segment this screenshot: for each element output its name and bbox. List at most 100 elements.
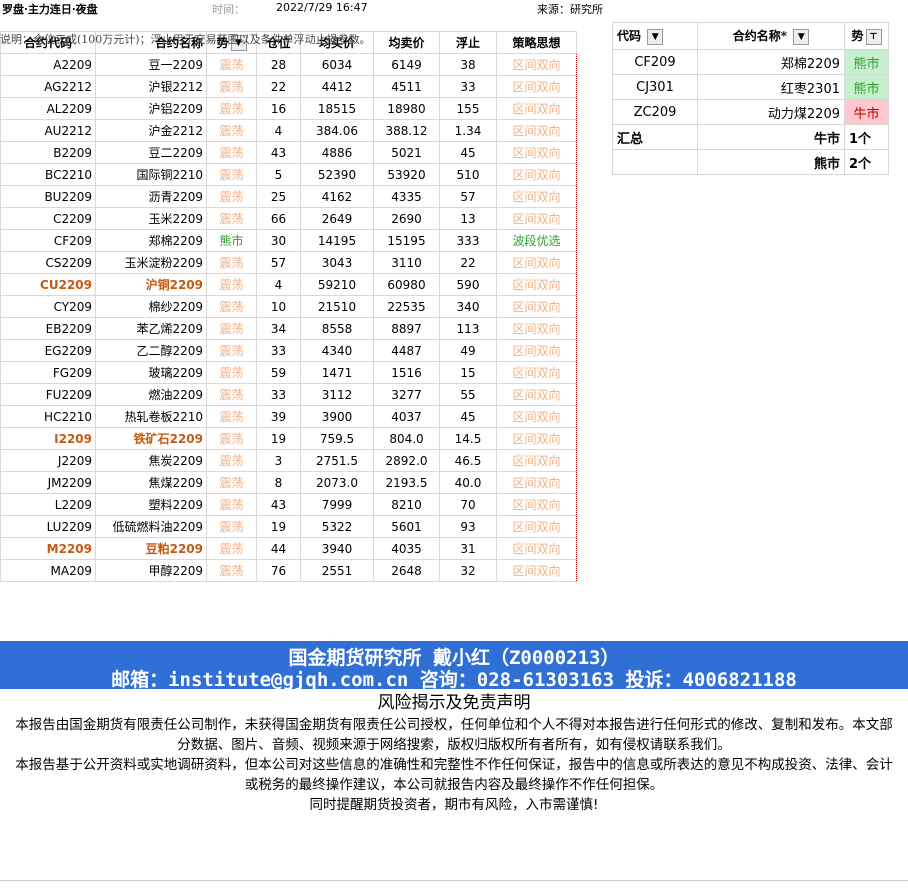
cell-code: LU2209	[0, 515, 96, 538]
cell-buy: 3900	[300, 405, 374, 428]
table-row[interactable]: CY209 棉纱2209 震荡 10 21510 22535 340 区间双向	[0, 295, 577, 318]
cell-trend: 震荡	[206, 97, 257, 120]
summary-cell-code: ZC209	[612, 99, 698, 125]
cell-stop: 57	[439, 185, 497, 208]
cell-pos: 76	[256, 559, 301, 582]
cell-name: 豆粕2209	[95, 537, 207, 560]
cell-stop: 13	[439, 207, 497, 230]
divider	[0, 880, 908, 881]
cell-pos: 30	[256, 229, 301, 252]
table-row[interactable]: FG209 玻璃2209 震荡 59 1471 1516 15 区间双向	[0, 361, 577, 384]
cell-code: A2209	[0, 53, 96, 76]
cell-trend: 震荡	[206, 273, 257, 296]
summary-header-code[interactable]: 代码 ▼	[612, 22, 698, 50]
cell-trend: 震荡	[206, 361, 257, 384]
cell-sell: 4511	[373, 75, 440, 98]
table-row[interactable]: FU2209 燃油2209 震荡 33 3112 3277 55 区间双向	[0, 383, 577, 406]
cell-pos: 66	[256, 207, 301, 230]
table-row[interactable]: BC2210 国际铜2210 震荡 5 52390 53920 510 区间双向	[0, 163, 577, 186]
filter-dropdown-icon[interactable]: ▼	[647, 28, 664, 45]
cell-buy: 2649	[300, 207, 374, 230]
cell-code: J2209	[0, 449, 96, 472]
summary-row[interactable]: CF209 郑棉2209 熊市	[612, 49, 889, 75]
table-row[interactable]: L2209 塑料2209 震荡 43 7999 8210 70 区间双向	[0, 493, 577, 516]
cell-strat: 区间双向	[496, 207, 577, 230]
cell-trend: 震荡	[206, 515, 257, 538]
table-row[interactable]: C2209 玉米2209 震荡 66 2649 2690 13 区间双向	[0, 207, 577, 230]
table-row[interactable]: AU2212 沪金2212 震荡 4 384.06 388.12 1.34 区间双向	[0, 119, 577, 142]
cell-strat: 区间双向	[496, 317, 577, 340]
table-row[interactable]: I2209 铁矿石2209 震荡 19 759.5 804.0 14.5 区间双向	[0, 427, 577, 450]
cell-sell: 2690	[373, 207, 440, 230]
cell-pos: 43	[256, 141, 301, 164]
table-row[interactable]: CS2209 玉米淀粉2209 震荡 57 3043 3110 22 区间双向	[0, 251, 577, 274]
table-row[interactable]: EB2209 苯乙烯2209 震荡 34 8558 8897 113 区间双向	[0, 317, 577, 340]
cell-strat: 区间双向	[496, 559, 577, 582]
table-row[interactable]: J2209 焦炭2209 震荡 3 2751.5 2892.0 46.5 区间双向	[0, 449, 577, 472]
table-row[interactable]: EG2209 乙二醇2209 震荡 33 4340 4487 49 区间双向	[0, 339, 577, 362]
cell-code: B2209	[0, 141, 96, 164]
cell-trend: 震荡	[206, 75, 257, 98]
cell-buy: 18515	[300, 97, 374, 120]
summary-cell-trend: 熊市	[844, 49, 889, 75]
cell-trend: 震荡	[206, 471, 257, 494]
cell-buy: 384.06	[300, 119, 374, 142]
header-cell[interactable]: 均卖价	[373, 31, 440, 54]
filter-active-icon[interactable]: ⊤	[865, 28, 882, 45]
cell-name: 乙二醇2209	[95, 339, 207, 362]
table-row[interactable]: AG2212 沪银2212 震荡 22 4412 4511 33 区间双向	[0, 75, 577, 98]
cell-code: CS2209	[0, 251, 96, 274]
cell-sell: 8897	[373, 317, 440, 340]
cell-trend: 震荡	[206, 251, 257, 274]
bear-count: 2个	[844, 149, 889, 175]
cell-name: 低硫燃料油2209	[95, 515, 207, 538]
cell-trend: 震荡	[206, 141, 257, 164]
cell-trend: 震荡	[206, 383, 257, 406]
cell-buy: 14195	[300, 229, 374, 252]
cell-buy: 4412	[300, 75, 374, 98]
cell-sell: 4335	[373, 185, 440, 208]
cell-pos: 19	[256, 515, 301, 538]
cell-buy: 2751.5	[300, 449, 374, 472]
cell-sell: 4037	[373, 405, 440, 428]
cell-pos: 8	[256, 471, 301, 494]
cell-strat: 区间双向	[496, 383, 577, 406]
cell-stop: 33	[439, 75, 497, 98]
filter-dropdown-icon[interactable]: ▼	[793, 28, 810, 45]
table-row[interactable]: B2209 豆二2209 震荡 43 4886 5021 45 区间双向	[0, 141, 577, 164]
cell-code: FG209	[0, 361, 96, 384]
cell-trend: 震荡	[206, 449, 257, 472]
summary-header-name[interactable]: 合约名称* ▼	[697, 22, 845, 50]
summary-label: 汇总	[612, 124, 698, 150]
disclaimer-paragraph-3: 同时提醒期货投资者，期市有风险，入市需谨慎!	[309, 797, 599, 813]
cell-strat: 区间双向	[496, 427, 577, 450]
cell-sell: 2648	[373, 559, 440, 582]
table-row[interactable]: A2209 豆一2209 震荡 28 6034 6149 38 区间双向	[0, 53, 577, 76]
table-row[interactable]: CF209 郑棉2209 熊市 30 14195 15195 333 波段优选	[0, 229, 577, 252]
table-row[interactable]: M2209 豆粕2209 震荡 44 3940 4035 31 区间双向	[0, 537, 577, 560]
cell-code: FU2209	[0, 383, 96, 406]
table-row[interactable]: LU2209 低硫燃料油2209 震荡 19 5322 5601 93 区间双向	[0, 515, 577, 538]
summary-header-trend[interactable]: 势 ⊤	[844, 22, 889, 50]
summary-cell-code: CJ301	[612, 74, 698, 100]
cell-pos: 5	[256, 163, 301, 186]
table-row[interactable]: AL2209 沪铝2209 震荡 16 18515 18980 155 区间双向	[0, 97, 577, 120]
table-row[interactable]: JM2209 焦煤2209 震荡 8 2073.0 2193.5 40.0 区间双向	[0, 471, 577, 494]
header-cell[interactable]: 策略思想	[496, 31, 577, 54]
table-row[interactable]: MA209 甲醇2209 震荡 76 2551 2648 32 区间双向	[0, 559, 577, 582]
cell-stop: 49	[439, 339, 497, 362]
cell-sell: 5021	[373, 141, 440, 164]
cell-trend: 震荡	[206, 537, 257, 560]
summary-row[interactable]: ZC209 动力煤2209 牛市	[612, 99, 889, 125]
summary-row[interactable]: CJ301 红枣2301 熊市	[612, 74, 889, 100]
disclaimer-paragraph-1: 本报告由国金期货有限责任公司制作，未获得国金期货有限责任公司授权，任何单位和个人…	[15, 717, 893, 753]
cell-code: CY209	[0, 295, 96, 318]
cell-name: 郑棉2209	[95, 229, 207, 252]
time-value: 2022/7/29 16:47	[276, 1, 368, 14]
cell-name: 沪银2212	[95, 75, 207, 98]
cell-sell: 388.12	[373, 119, 440, 142]
table-row[interactable]: CU2209 沪铜2209 震荡 4 59210 60980 590 区间双向	[0, 273, 577, 296]
table-row[interactable]: HC2210 热轧卷板2210 震荡 39 3900 4037 45 区间双向	[0, 405, 577, 428]
table-row[interactable]: BU2209 沥青2209 震荡 25 4162 4335 57 区间双向	[0, 185, 577, 208]
header-cell[interactable]: 浮止	[439, 31, 497, 54]
